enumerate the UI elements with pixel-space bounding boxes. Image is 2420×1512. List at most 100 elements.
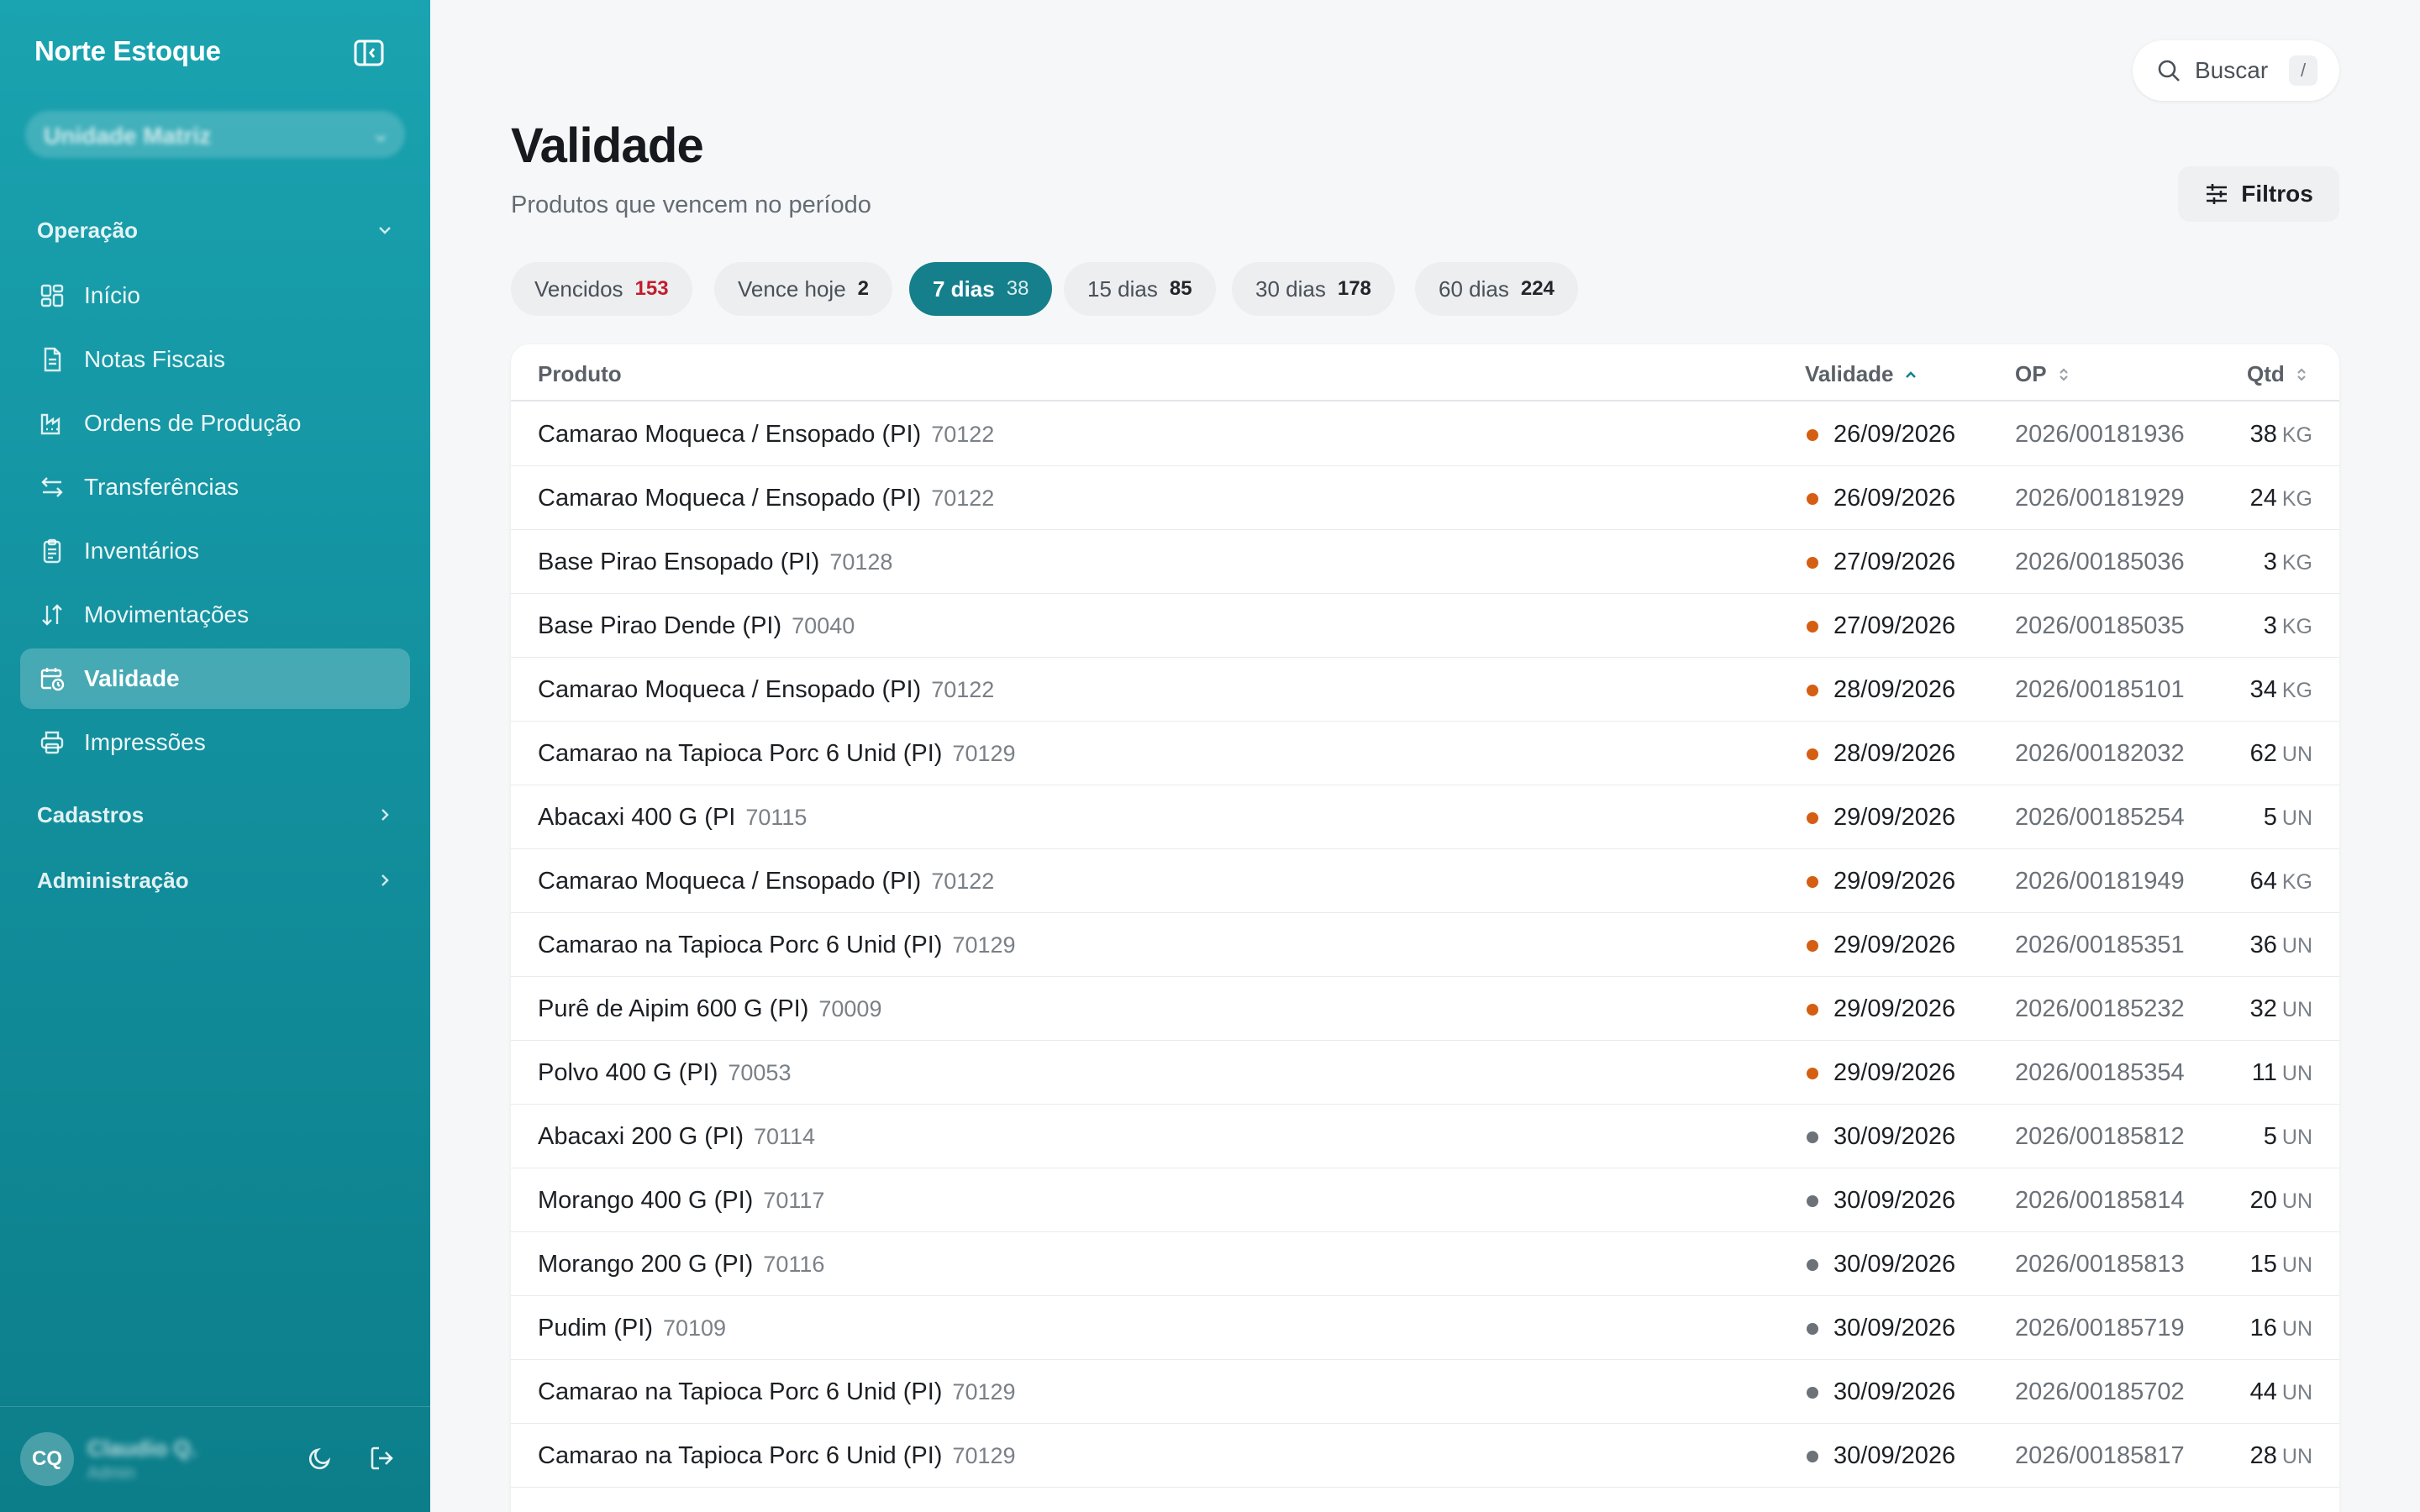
sidebar-item-label: Transferências (84, 474, 239, 500)
product-code: 70009 (818, 996, 882, 1021)
tab-vence-hoje[interactable]: Vence hoje 2 (714, 262, 893, 316)
quantity-unit: UN (2281, 1189, 2312, 1213)
tab-label: 7 dias (933, 276, 995, 302)
sidebar-item-inicio[interactable]: Início (20, 265, 410, 326)
cell-produto: Camarao na Tapioca Porc 6 Unid (PI) 70129 (538, 1378, 1016, 1406)
column-header-op[interactable]: OP (2015, 361, 2072, 387)
tab-15-dias[interactable]: 15 dias 85 (1064, 262, 1216, 316)
product-name: Morango 200 G (PI) (538, 1251, 754, 1278)
expiry-date: 29/09/2026 (1833, 1059, 1956, 1086)
table-row[interactable]: Morango 400 G (PI) 70117 30/09/2026 2026/00… (511, 1168, 2339, 1232)
sidebar-item-validade[interactable]: Validade (20, 648, 410, 709)
cell-op: 2026/00185254 (2015, 804, 2185, 831)
table-row[interactable]: Abacaxi 400 G (PI 70115 29/09/2026 2026/001… (511, 785, 2339, 849)
table-row[interactable]: Base Pirao Ensopado (PI) 70128 27/09/2026 2… (511, 530, 2339, 594)
tenant-selector[interactable]: Unidade Matriz ⌄ (25, 111, 405, 158)
expiry-date: 29/09/2026 (1833, 932, 1956, 958)
table-row[interactable]: Abacaxi 200 G (PI) 70114 30/09/2026 2026/00… (511, 1105, 2339, 1168)
cell-qtd: 36 UN (2250, 932, 2312, 959)
table-row[interactable]: Purê de Aipim 600 G (PI) 70009 29/09/2026 2… (511, 977, 2339, 1041)
cell-op: 2026/00185719 (2015, 1315, 2185, 1341)
sidebar-item-transferencias[interactable]: Transferências (20, 457, 410, 517)
arrows-updown-icon (39, 601, 66, 628)
nav-section-administracao[interactable]: Administração (37, 862, 395, 899)
status-dot-icon (1807, 1386, 1818, 1399)
table-row[interactable]: Camarao Moqueca / Ensopado (PI) 70122 29/0… (511, 849, 2339, 913)
cell-qtd: 5 UN (2264, 804, 2312, 832)
table-header: Produto Validade OP Qtd (511, 344, 2339, 402)
logout-button[interactable] (368, 1444, 397, 1473)
table-row[interactable]: Polvo 400 G (PI) 70053 29/09/2026 2026/0018… (511, 1041, 2339, 1105)
cell-qtd: 3 KG (2264, 612, 2312, 640)
tab-label: 60 dias (1439, 276, 1509, 302)
table-row[interactable]: Camarao na Tapioca Porc 6 Unid (PI) 70129… (511, 1424, 2339, 1488)
sidebar-item-impressoes[interactable]: Impressões (20, 712, 410, 773)
table-row[interactable]: Camarao Moqueca / Ensopado (PI) 70122 26/0… (511, 466, 2339, 530)
product-name: Abacaxi 400 G (PI (538, 804, 736, 831)
quantity-unit: KG (2281, 679, 2312, 702)
tab-60-dias[interactable]: 60 dias 224 (1415, 262, 1578, 316)
product-code: 70053 (728, 1060, 792, 1085)
cell-op: 2026/00185702 (2015, 1378, 2185, 1405)
tab-count: 38 (1006, 277, 1029, 300)
tab-count: 2 (857, 277, 870, 300)
cell-produto: Camarao na Tapioca Porc 6 Unid (PI) 70129 (538, 1442, 1016, 1470)
calendar-clock-icon (39, 665, 66, 692)
filters-button[interactable]: Filtros (2178, 166, 2339, 222)
quantity-value: 5 (2263, 804, 2277, 831)
cell-validade: 29/09/2026 (1807, 804, 1955, 832)
quantity-value: 16 (2249, 1315, 2277, 1341)
expiry-date: 30/09/2026 (1833, 1442, 1956, 1469)
search-button[interactable]: Buscar / (2133, 40, 2339, 101)
sidebar-item-notas-fiscais[interactable]: Notas Fiscais (20, 329, 410, 390)
cell-op: 2026/00185354 (2015, 1059, 2185, 1086)
cell-validade: 29/09/2026 (1807, 932, 1955, 959)
nav-section-label: Operação (37, 217, 138, 243)
table-row[interactable]: Base Pirao Dende (PI) 70040 27/09/2026 2026… (511, 594, 2339, 658)
table-row[interactable]: Camarao na Tapioca Porc 6 Unid (PI) 70129… (511, 913, 2339, 977)
product-name: Camarao Moqueca / Ensopado (PI) (538, 676, 922, 703)
sidebar-collapse-button[interactable] (353, 39, 385, 67)
tab-30-dias[interactable]: 30 dias 178 (1232, 262, 1395, 316)
sidebar-item-label: Movimentações (84, 601, 250, 627)
tab-vencidos[interactable]: Vencidos 153 (511, 262, 692, 316)
product-code: 70116 (763, 1252, 825, 1277)
chevron-updown-icon: ⌄ (371, 121, 390, 146)
tab-7-dias[interactable]: 7 dias 38 (909, 262, 1053, 316)
nav-section-label: Administração (37, 867, 189, 893)
tab-label: 15 dias (1087, 276, 1158, 302)
product-name: Base Pirao Dende (PI) (538, 612, 782, 639)
expiry-date: 27/09/2026 (1833, 612, 1956, 639)
column-header-produto[interactable]: Produto (538, 361, 622, 387)
table-row[interactable]: Pudim (PI) 70109 30/09/2026 2026/00185719 16… (511, 1296, 2339, 1360)
sidebar-item-inventarios[interactable]: Inventários (20, 521, 410, 581)
avatar[interactable]: CQ (20, 1432, 74, 1486)
product-name: Pudim (PI) (538, 1315, 653, 1341)
column-header-validade[interactable]: Validade (1805, 361, 1919, 387)
table-row[interactable]: Morango 200 G (PI) 70116 30/09/2026 2026/00… (511, 1232, 2339, 1296)
sidebar-item-movimentacoes[interactable]: Movimentações (20, 585, 410, 645)
theme-toggle-button[interactable] (306, 1444, 334, 1473)
nav-section-cadastros[interactable]: Cadastros (37, 796, 395, 833)
nav-section-operacao[interactable]: Operação (37, 212, 395, 249)
cell-produto: Camarao Moqueca / Ensopado (PI) 70122 (538, 485, 994, 512)
expiry-date: 26/09/2026 (1833, 485, 1956, 512)
column-header-qtd[interactable]: Qtd (2247, 361, 2310, 387)
table-row[interactable]: Camarao na Tapioca Porc 6 Unid (PI) 70129… (511, 1360, 2339, 1424)
table-row[interactable]: Camarao Moqueca / Ensopado (PI) 70122 28/0… (511, 658, 2339, 722)
expiry-date: 29/09/2026 (1833, 995, 1956, 1022)
sidebar-item-label: Ordens de Produção (84, 410, 302, 436)
product-code: 70122 (931, 677, 995, 702)
quantity-value: 44 (2249, 1378, 2277, 1405)
quantity-unit: KG (2281, 487, 2312, 511)
expiry-date: 29/09/2026 (1833, 868, 1956, 895)
sidebar-item-ordens-producao[interactable]: Ordens de Produção (20, 393, 410, 454)
expiry-date: 30/09/2026 (1833, 1378, 1956, 1405)
table-row[interactable]: Camarao Moqueca / Ensopado (PI) 70122 26/0… (511, 402, 2339, 466)
table-row[interactable]: Camarao na Tapioca Porc 6 Unid (PI) 70129… (511, 722, 2339, 785)
expiry-date: 29/09/2026 (1833, 804, 1956, 831)
search-label: Buscar (2195, 57, 2269, 83)
cell-validade: 29/09/2026 (1807, 1059, 1955, 1087)
tab-count: 85 (1169, 277, 1192, 300)
cell-op: 2026/00185351 (2015, 932, 2185, 958)
